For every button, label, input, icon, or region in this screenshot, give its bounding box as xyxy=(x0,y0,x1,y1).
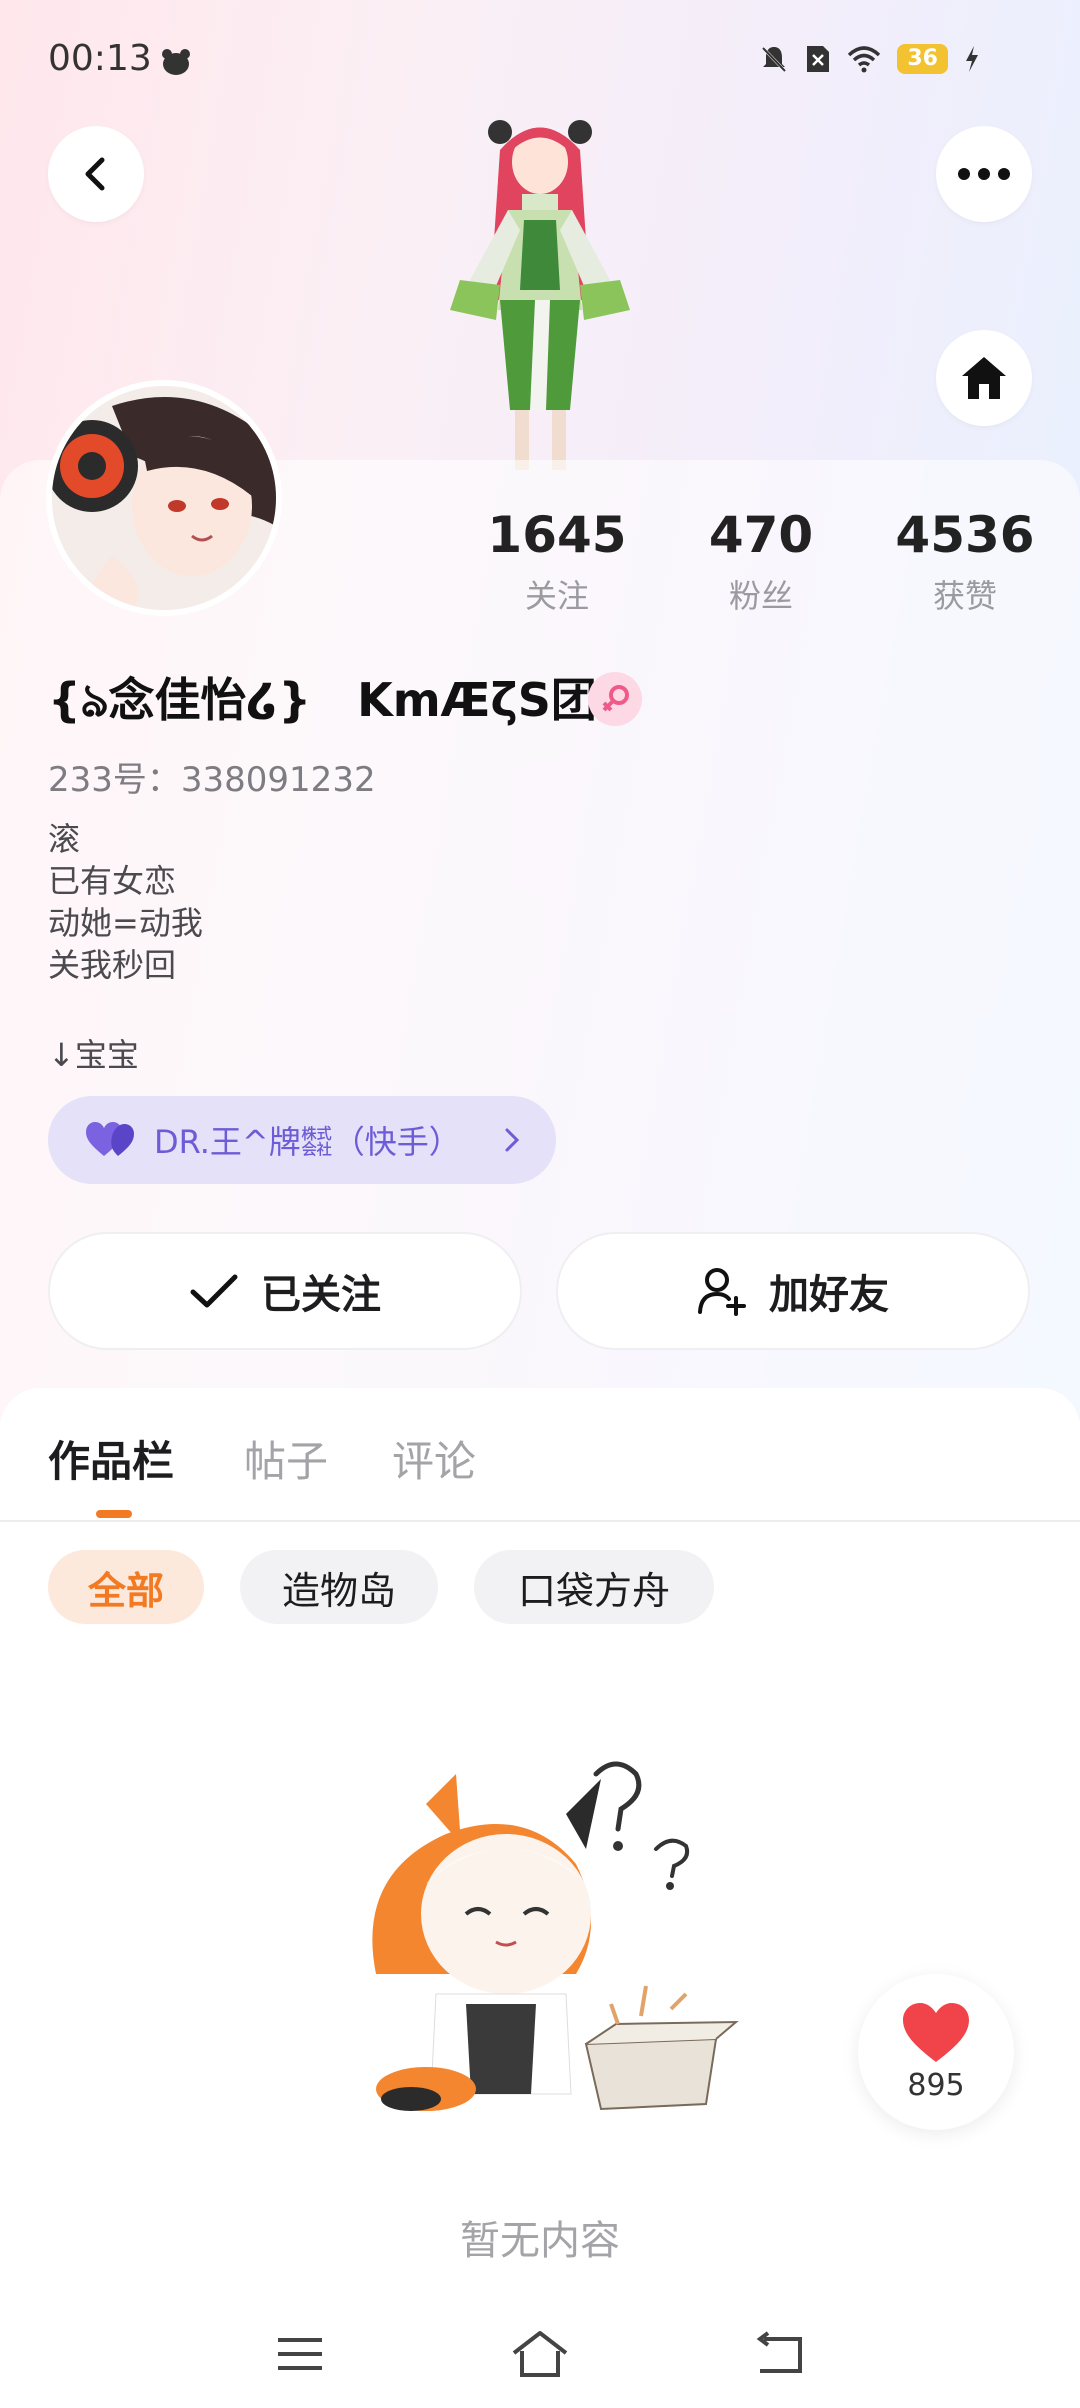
heart-icon xyxy=(903,2002,969,2062)
menu-lines-icon xyxy=(278,2338,322,2370)
empty-state-text: 暂无内容 xyxy=(460,2218,620,2264)
more-dots-icon xyxy=(958,168,1010,180)
profile-nickname: {ঌ念佳怡໒} KmÆζS团 xyxy=(48,673,597,727)
avatar[interactable] xyxy=(46,380,282,616)
content-tabs: 作品栏 帖子 评论 xyxy=(0,1388,1080,1522)
house-icon xyxy=(962,357,1006,399)
status-indicators: 36 xyxy=(759,44,980,74)
tab-works[interactable]: 作品栏 xyxy=(48,1428,174,1489)
bio-line: 动她=动我 xyxy=(48,904,203,942)
stat-value: 1645 xyxy=(487,506,627,564)
avatar-image xyxy=(52,386,276,610)
no-sim-icon xyxy=(807,46,830,72)
system-navigation-bar xyxy=(0,2296,1080,2408)
home-outline-icon xyxy=(512,2331,568,2377)
bio-extra-line: ↓宝宝 xyxy=(48,1036,139,1074)
system-home-button[interactable] xyxy=(510,2324,570,2384)
more-options-button[interactable] xyxy=(936,126,1032,222)
tab-comments[interactable]: 评论 xyxy=(392,1428,476,1489)
like-floating-button[interactable]: 895 xyxy=(858,1974,1014,2130)
filter-all[interactable]: 全部 xyxy=(48,1550,204,1624)
recent-apps-button[interactable] xyxy=(270,2324,330,2384)
tab-posts[interactable]: 帖子 xyxy=(244,1428,328,1489)
system-back-button[interactable] xyxy=(750,2324,810,2384)
back-arrow-icon xyxy=(756,2331,802,2373)
stat-label: 获赞 xyxy=(932,577,997,615)
avatar-character-figure xyxy=(450,120,630,470)
filter-pocket-ark[interactable]: 口袋方舟 xyxy=(474,1550,714,1624)
wifi-icon xyxy=(848,46,881,73)
stat-following[interactable]: 1645 关注 xyxy=(457,505,657,617)
bear-notification-icon xyxy=(162,49,190,75)
double-heart-icon xyxy=(86,1122,134,1156)
chevron-left-icon xyxy=(85,157,105,191)
stat-label: 粉丝 xyxy=(728,577,793,615)
home-button[interactable] xyxy=(936,330,1032,426)
stat-followers[interactable]: 470 粉丝 xyxy=(661,505,861,617)
back-button[interactable] xyxy=(48,126,144,222)
mute-bell-icon xyxy=(762,46,787,73)
profile-bio: 滚 已有女恋 动她=动我 关我秒回 xyxy=(48,818,203,986)
add-friend-button-label: 加好友 xyxy=(769,1272,889,1318)
add-user-icon xyxy=(698,1268,746,1316)
stat-label: 关注 xyxy=(524,577,589,615)
content-section: 作品栏 帖子 评论 全部 造物岛 口袋方舟 暂无内容 xyxy=(0,1388,1080,2408)
female-gender-badge xyxy=(588,672,642,726)
stat-value: 4536 xyxy=(895,506,1035,564)
chevron-right-icon xyxy=(505,1128,520,1152)
like-count: 895 xyxy=(907,2067,965,2103)
empty-state-illustration xyxy=(372,1761,739,2111)
bio-line: 关我秒回 xyxy=(48,946,177,984)
status-bar: 00:13 36 xyxy=(0,0,1080,120)
group-chip-label: DR.王^牌㍿（快手） xyxy=(154,1123,461,1161)
stat-likes[interactable]: 4536 获赞 xyxy=(865,505,1065,617)
battery-level: 36 xyxy=(897,44,948,74)
female-symbol-icon xyxy=(602,685,629,712)
filter-creation-island[interactable]: 造物岛 xyxy=(240,1550,438,1624)
bio-line: 滚 xyxy=(48,820,81,858)
bio-line: 已有女恋 xyxy=(48,862,177,900)
charging-bolt-icon xyxy=(966,46,978,72)
following-button[interactable]: 已关注 xyxy=(48,1232,522,1350)
following-button-label: 已关注 xyxy=(261,1272,381,1318)
checkmark-icon xyxy=(190,1274,238,1308)
status-time: 00:13 xyxy=(48,38,152,79)
group-link-chip[interactable]: DR.王^牌㍿（快手） xyxy=(48,1096,556,1184)
stat-value: 470 xyxy=(708,506,814,564)
add-friend-button[interactable]: 加好友 xyxy=(556,1232,1030,1350)
active-tab-indicator xyxy=(96,1510,132,1518)
account-id: 233号：338091232 xyxy=(48,760,376,800)
